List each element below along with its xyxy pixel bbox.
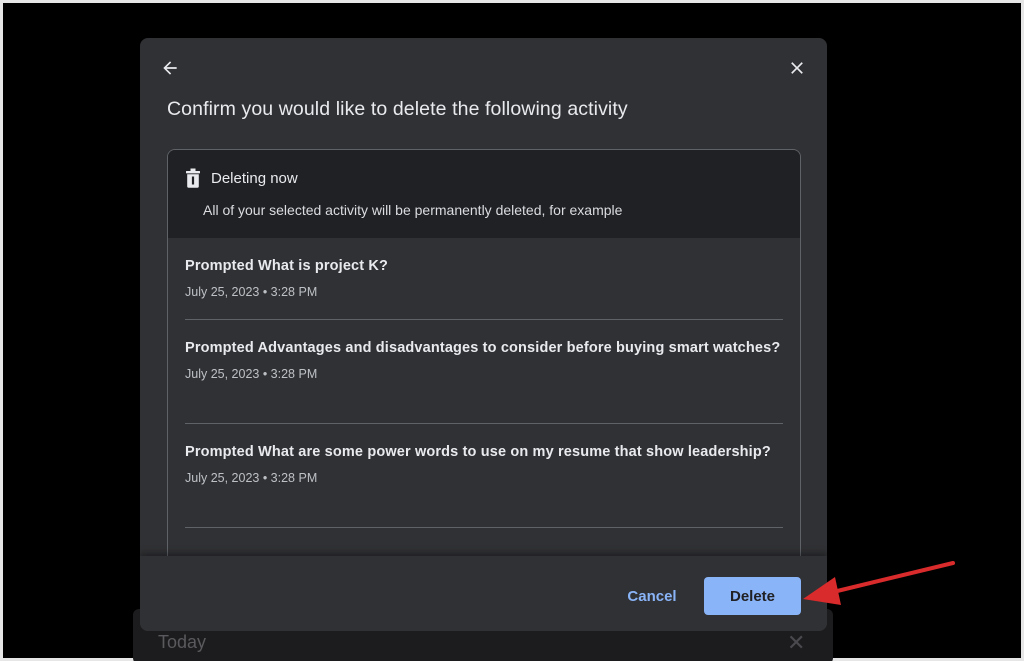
activity-entry: Prompted What is project K? July 25, 202… [185, 238, 783, 320]
panel-heading: Deleting now [211, 170, 298, 187]
activity-entry: Prompted Advantages and disadvantages to… [185, 320, 783, 424]
activity-entry-date: July 25, 2023 • 3:28 PM [185, 285, 318, 299]
dialog-footer: Cancel Delete [140, 556, 827, 631]
activity-entry-date: July 25, 2023 • 3:28 PM [185, 367, 318, 381]
close-button[interactable] [785, 56, 809, 80]
delete-activity-dialog: Confirm you would like to delete the fol… [140, 38, 827, 631]
trash-icon [186, 168, 200, 188]
background-today-label: Today [158, 632, 207, 652]
activity-entry-title: Prompted What are some power words to us… [185, 444, 771, 460]
activity-entry: Prompted What are some power words to us… [185, 424, 783, 528]
cancel-button[interactable]: Cancel [612, 577, 692, 615]
delete-button[interactable]: Delete [704, 577, 801, 615]
dialog-title: Confirm you would like to delete the fol… [167, 98, 628, 120]
activity-entry-title: Prompted What is project K? [185, 258, 389, 274]
activity-panel[interactable]: Deleting now All of your selected activi… [167, 149, 801, 569]
close-icon [791, 62, 803, 74]
arrow-back-icon [163, 61, 177, 75]
screenshot-frame: Today ✕ Confirm you would like to delete… [0, 0, 1024, 661]
activity-entry-date: July 25, 2023 • 3:28 PM [185, 471, 318, 485]
background-close-icon: ✕ [787, 630, 806, 655]
activity-entry-title: Prompted Advantages and disadvantages to… [185, 340, 781, 356]
back-button[interactable] [158, 56, 182, 80]
panel-header: Deleting now All of your selected activi… [168, 150, 800, 238]
panel-subtitle: All of your selected activity will be pe… [203, 202, 623, 218]
